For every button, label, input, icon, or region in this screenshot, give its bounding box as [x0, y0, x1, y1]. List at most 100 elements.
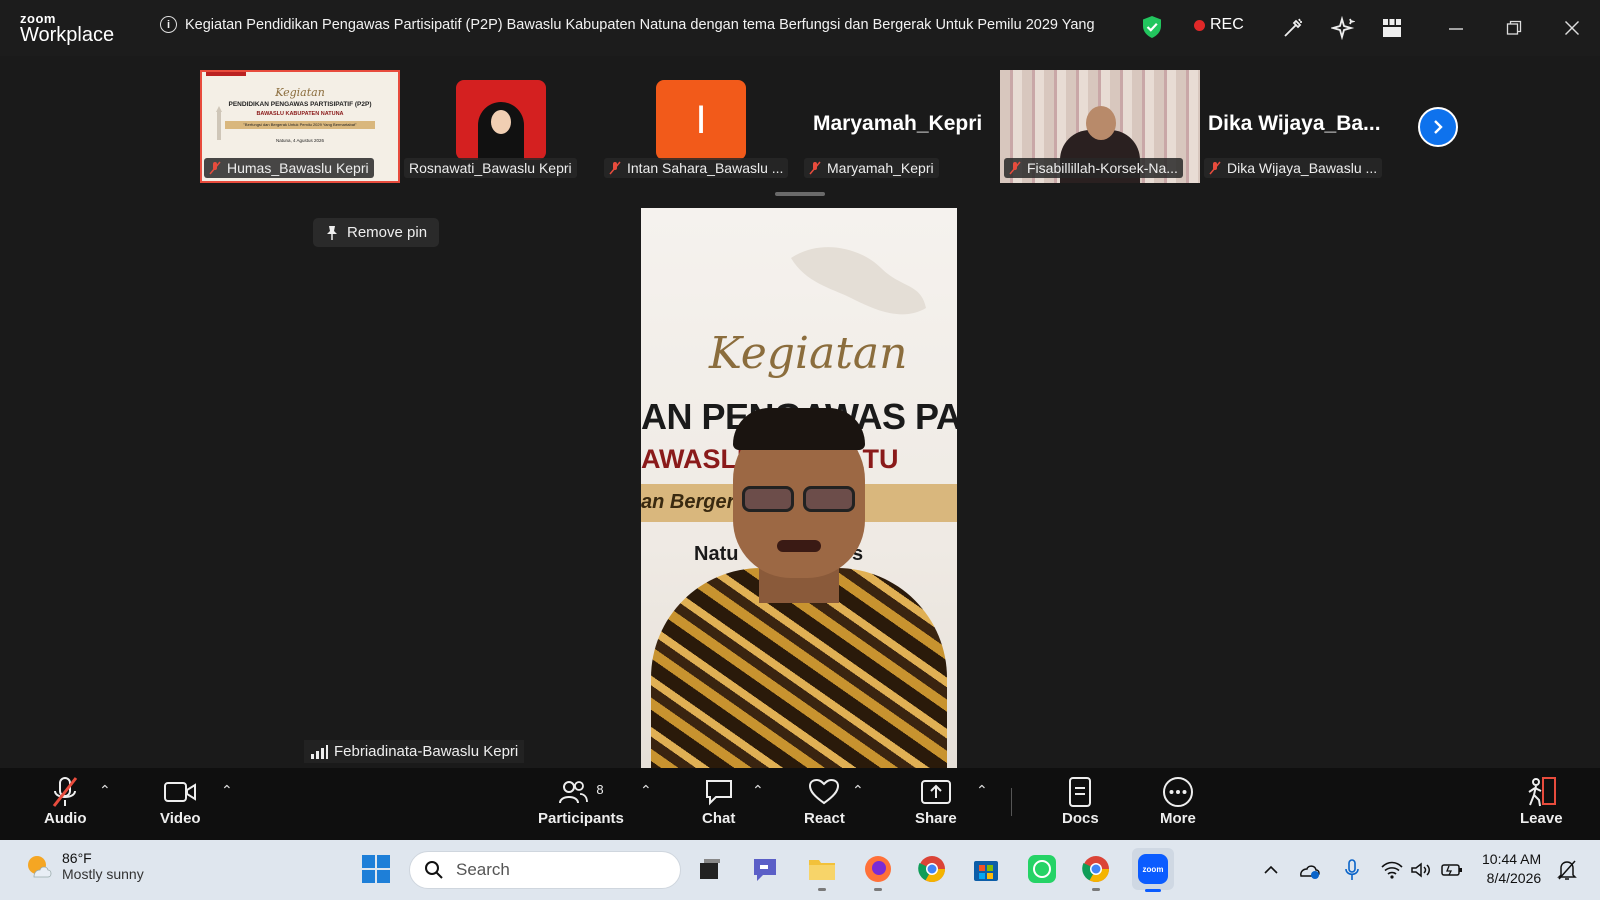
chat-label: Chat: [702, 810, 736, 827]
title-bar: zoom Workplace i Kegiatan Pendidikan Pen…: [0, 0, 1600, 56]
battery-icon[interactable]: [1440, 858, 1464, 882]
chat-button[interactable]: Chat: [702, 774, 735, 827]
taskbar-search-box[interactable]: Search: [409, 851, 681, 889]
participants-button[interactable]: 8 Participants: [538, 774, 624, 827]
tile-name-text: Fisabillillah-Korsek-Na...: [1027, 160, 1178, 176]
remove-pin-label: Remove pin: [347, 224, 428, 241]
speaker-mouth: [777, 540, 821, 552]
encryption-shield-icon[interactable]: [1141, 15, 1163, 44]
task-view-icon[interactable]: [692, 851, 728, 887]
minimize-icon[interactable]: [1442, 14, 1470, 42]
toolbar-divider: [1011, 788, 1012, 816]
chat-options-caret-icon[interactable]: ⌃: [752, 782, 764, 799]
pin-icon: [327, 225, 337, 240]
participant-tile-rosnawati[interactable]: Rosnawati_Bawaslu Kepri: [400, 70, 600, 183]
speaker-glasses-right: [803, 486, 855, 512]
firefox-icon[interactable]: [860, 851, 896, 891]
tile-name-label: Intan Sahara_Bawaslu ...: [604, 158, 789, 178]
chevron-right-icon: [1434, 120, 1443, 134]
filmstrip-next-button[interactable]: [1418, 107, 1458, 147]
restore-icon[interactable]: [1500, 14, 1528, 42]
avatar: I: [656, 80, 746, 160]
notification-bell-icon[interactable]: [1555, 858, 1579, 882]
chrome-profile-icon[interactable]: [1078, 851, 1114, 891]
view-layout-icon[interactable]: [1378, 14, 1406, 42]
search-placeholder: Search: [456, 860, 510, 879]
map-watermark-icon: [791, 247, 926, 315]
react-button[interactable]: React: [804, 774, 845, 827]
tile-name-text: Maryamah_Kepri: [827, 160, 934, 176]
ai-companion-icon[interactable]: [1329, 14, 1357, 42]
tile-name-label: Rosnawati_Bawaslu Kepri: [404, 158, 577, 178]
share-button[interactable]: Share: [915, 774, 957, 827]
participant-tile-humas[interactable]: Kegiatan PENDIDIKAN PENGAWAS PARTISIPATI…: [200, 70, 400, 183]
participant-tile-dika[interactable]: Dika Wijaya_Ba... Dika Wijaya_Bawaslu ..…: [1200, 70, 1400, 183]
audio-button[interactable]: Audio: [44, 774, 87, 827]
participant-tile-intan[interactable]: I Intan Sahara_Bawaslu ...: [600, 70, 800, 183]
more-button[interactable]: More: [1160, 774, 1196, 827]
taskbar-clock[interactable]: 10:44 AM 8/4/2026: [1482, 850, 1541, 888]
mic-muted-icon: [809, 161, 821, 175]
zoom-app-icon[interactable]: zoom: [1132, 848, 1174, 892]
chat-bubble-icon: [705, 780, 732, 806]
annotate-pen-icon[interactable]: [1279, 14, 1307, 42]
info-icon[interactable]: i: [160, 16, 177, 33]
windows-taskbar: 86°F Mostly sunny Search zoom 10:44 AM 8…: [0, 840, 1600, 900]
audio-label: Audio: [44, 810, 87, 827]
close-icon[interactable]: [1558, 14, 1586, 42]
app-active-indicator: [1145, 889, 1161, 892]
share-options-caret-icon[interactable]: ⌃: [976, 782, 988, 799]
participant-tile-maryamah[interactable]: Maryamah_Kepri Maryamah_Kepri: [800, 70, 1000, 183]
person-face: [1086, 106, 1116, 140]
zoom-logo: zoom Workplace: [20, 12, 114, 45]
participants-label: Participants: [538, 810, 624, 827]
show-hidden-icons-chevron-icon[interactable]: [1259, 858, 1283, 882]
video-options-caret-icon[interactable]: ⌃: [221, 782, 233, 799]
teams-chat-icon[interactable]: [748, 851, 784, 887]
recording-indicator[interactable]: REC: [1194, 16, 1244, 34]
app-running-dot: [1092, 888, 1100, 891]
record-dot-icon: [1194, 19, 1205, 31]
main-speaker-name: Febriadinata-Bawaslu Kepri: [304, 740, 525, 763]
microsoft-store-icon[interactable]: [968, 851, 1004, 887]
leave-label: Leave: [1520, 810, 1563, 827]
participants-count: 8: [596, 781, 604, 797]
filmstrip-resize-handle[interactable]: [775, 192, 825, 196]
video-button[interactable]: Video: [160, 774, 201, 827]
more-label: More: [1160, 810, 1196, 827]
onedrive-icon[interactable]: [1297, 858, 1321, 882]
search-icon: [425, 861, 443, 879]
docs-button[interactable]: Docs: [1062, 774, 1099, 827]
participant-big-name: Maryamah_Kepri: [813, 112, 983, 135]
speaker-name-text: Febriadinata-Bawaslu Kepri: [334, 743, 519, 760]
react-options-caret-icon[interactable]: ⌃: [852, 782, 864, 799]
share-label: Share: [915, 810, 957, 827]
mic-muted-icon: [53, 777, 78, 807]
whatsapp-icon[interactable]: [1024, 851, 1060, 887]
participant-tile-fisabillillah[interactable]: Fisabillillah-Korsek-Na...: [1000, 70, 1200, 183]
meeting-title[interactable]: i Kegiatan Pendidikan Pengawas Partisipa…: [160, 16, 1100, 33]
share-screen-icon: [920, 780, 951, 804]
tile-name-label: Maryamah_Kepri: [804, 158, 939, 178]
weather-temp: 86°F: [62, 850, 92, 866]
participant-big-name: Dika Wijaya_Ba...: [1208, 112, 1381, 135]
file-explorer-icon[interactable]: [804, 851, 840, 891]
microphone-tray-icon[interactable]: [1340, 858, 1364, 882]
face-figure: [491, 110, 511, 134]
wifi-icon[interactable]: [1380, 858, 1404, 882]
chrome-icon[interactable]: [914, 851, 950, 887]
clock-time: 10:44 AM: [1482, 851, 1542, 867]
windows-start-icon[interactable]: [358, 851, 394, 887]
tile-name-text: Intan Sahara_Bawaslu ...: [627, 160, 784, 176]
tile-name-text: Humas_Bawaslu Kepri: [227, 160, 369, 176]
audio-options-caret-icon[interactable]: ⌃: [99, 782, 111, 799]
leave-button[interactable]: Leave: [1520, 774, 1563, 827]
heart-icon: [809, 778, 840, 805]
volume-icon[interactable]: [1409, 858, 1433, 882]
remove-pin-button[interactable]: Remove pin: [313, 218, 440, 247]
weather-widget[interactable]: 86°F Mostly sunny: [24, 850, 144, 882]
rosnawati-photo: [456, 80, 546, 160]
app-running-dot: [818, 888, 826, 891]
main-video[interactable]: Kegiatan AN PENGAWAS PARTI AWASLU TEN NA…: [641, 208, 957, 768]
participants-options-caret-icon[interactable]: ⌃: [640, 782, 652, 799]
